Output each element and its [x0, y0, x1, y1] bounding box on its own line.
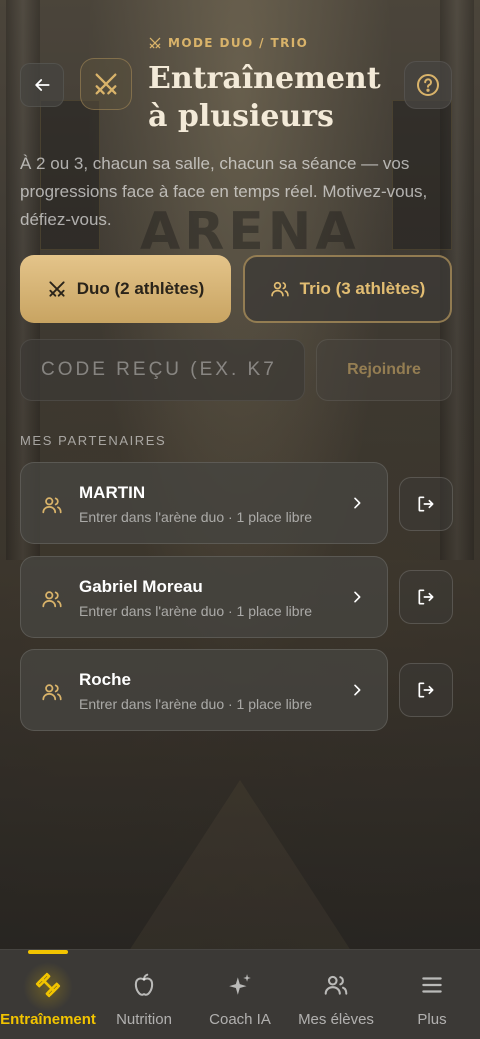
nav-item-mes-eleves[interactable]: Mes élèves [288, 950, 384, 1039]
partner-name: Gabriel Moreau [79, 577, 203, 596]
exit-icon [418, 589, 434, 605]
users-icon [270, 281, 289, 297]
eyebrow-text: MODE DUO / TRIO [168, 36, 309, 50]
invite-code-input[interactable] [20, 339, 305, 401]
chevron-right-icon [354, 684, 361, 696]
leave-partner-button[interactable] [399, 663, 453, 717]
chevron-right-icon [354, 591, 361, 603]
crossed-swords-icon [95, 73, 117, 95]
partner-subtitle: Entrer dans l'arène duo · 1 place libre [79, 696, 313, 712]
trio-mode-button[interactable]: Trio (3 athlètes) [243, 255, 452, 323]
sparkles-icon [229, 974, 251, 995]
menu-icon [422, 977, 442, 993]
join-button[interactable]: Rejoindre [316, 339, 452, 401]
partner-subtitle: Entrer dans l'arène duo · 1 place libre [79, 509, 313, 525]
mode-eyebrow: MODE DUO / TRIO [148, 36, 308, 50]
chevron-right-icon [354, 497, 361, 509]
exit-icon [418, 682, 434, 698]
back-button[interactable] [20, 63, 64, 107]
nav-label: Plus [417, 1011, 447, 1028]
page-content: MODE DUO / TRIO Entraînement à plusieurs… [0, 0, 480, 1039]
users-icon [42, 591, 62, 608]
question-circle-icon [417, 74, 439, 96]
nav-label: Entraînement [0, 1011, 96, 1028]
arrow-left-icon [35, 79, 50, 91]
page-title: Entraînement à plusieurs [148, 61, 381, 134]
partner-subtitle: Entrer dans l'arène duo · 1 place libre [79, 603, 313, 619]
partner-card[interactable]: Gabriel Moreau Entrer dans l'arène duo ·… [20, 556, 388, 638]
exit-icon [418, 496, 434, 512]
dumbbell-icon [35, 972, 61, 998]
users-icon [324, 975, 348, 995]
partner-name: Roche [79, 670, 131, 689]
duo-mode-button[interactable]: Duo (2 athlètes) [20, 255, 231, 323]
mode-badge [80, 58, 132, 110]
nav-label: Coach IA [209, 1011, 271, 1028]
help-button[interactable] [404, 61, 452, 109]
users-icon [42, 684, 62, 701]
nav-label: Mes élèves [298, 1011, 374, 1028]
leave-partner-button[interactable] [399, 570, 453, 624]
nav-item-coach-ia[interactable]: Coach IA [192, 950, 288, 1039]
crossed-swords-icon [149, 37, 161, 49]
partner-card[interactable]: MARTIN Entrer dans l'arène duo · 1 place… [20, 462, 388, 544]
nav-item-nutrition[interactable]: Nutrition [96, 950, 192, 1039]
nav-label: Nutrition [116, 1011, 172, 1028]
partner-card[interactable]: Roche Entrer dans l'arène duo · 1 place … [20, 649, 388, 731]
nav-item-plus[interactable]: Plus [384, 950, 480, 1039]
duo-mode-label: Duo (2 athlètes) [76, 279, 205, 298]
partners-section-title: MES PARTENAIRES [20, 433, 167, 448]
nav-item-entrainement[interactable]: Entraînement [0, 950, 96, 1039]
partner-name: MARTIN [79, 483, 146, 502]
leave-partner-button[interactable] [399, 477, 453, 531]
apple-icon [134, 973, 154, 996]
page-description: À 2 ou 3, chacun sa salle, chacun sa séa… [20, 154, 428, 229]
trio-mode-label: Trio (3 athlètes) [299, 279, 426, 298]
bottom-nav: Entraînement Nutrition Coach IA Mes élèv… [0, 949, 480, 1039]
users-icon [42, 497, 62, 514]
crossed-swords-icon [49, 281, 65, 297]
